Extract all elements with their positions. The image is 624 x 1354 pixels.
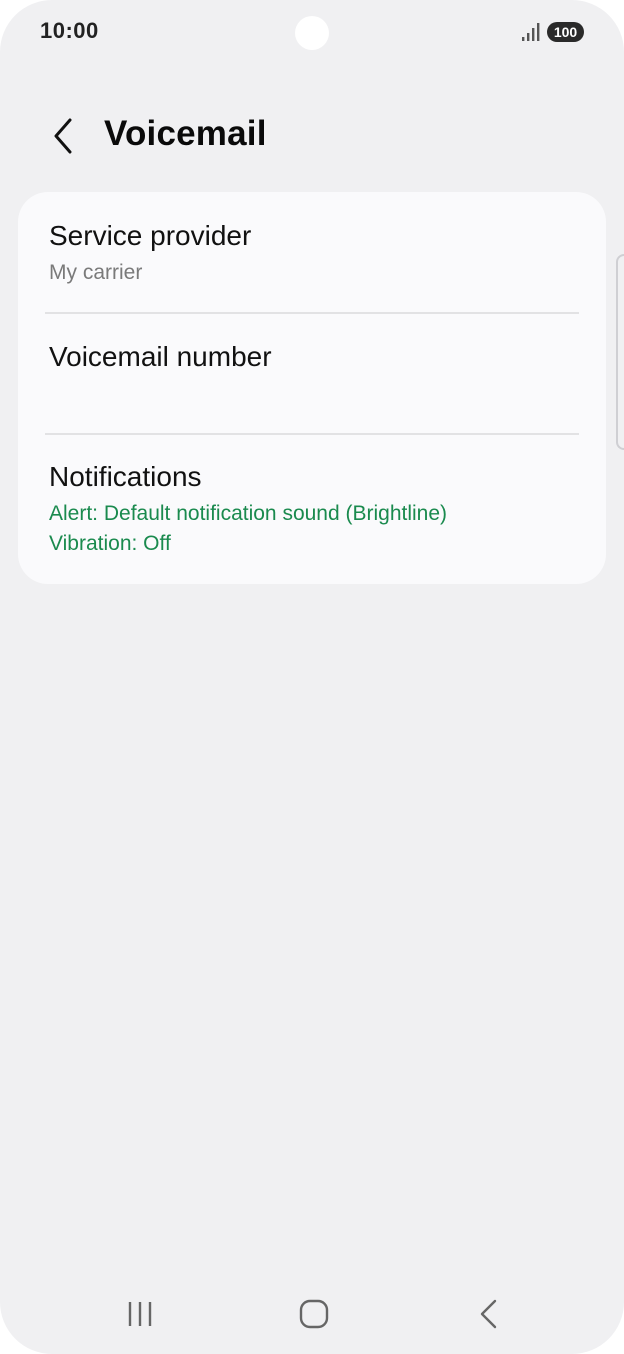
chevron-left-icon: [54, 118, 72, 154]
home-icon: [299, 1299, 329, 1329]
phone-screen: 10:00 100 Voicemail Service provider My …: [0, 0, 624, 1354]
nav-back-button[interactable]: [449, 1284, 529, 1344]
vibration-text: Vibration: Off: [49, 532, 171, 555]
navigation-bar: [0, 1284, 624, 1344]
home-button[interactable]: [274, 1284, 354, 1344]
signal-bars-icon: [522, 23, 540, 41]
back-icon: [480, 1299, 497, 1329]
item-subtitle: My carrier: [49, 261, 143, 284]
status-bar: 10:00 100: [0, 0, 624, 64]
battery-icon: 100: [547, 22, 584, 42]
item-title: Voicemail number: [49, 341, 272, 372]
alert-sound-text: Alert: Default notification sound (Brigh…: [49, 502, 448, 525]
status-time: 10:00: [40, 18, 99, 43]
service-provider-item[interactable]: Service provider My carrier: [18, 192, 606, 312]
notifications-item[interactable]: Notifications Alert: Default notificatio…: [18, 435, 606, 584]
item-title: Notifications: [49, 461, 202, 492]
recent-apps-button[interactable]: [100, 1284, 180, 1344]
front-camera: [295, 16, 329, 50]
scroll-indicator[interactable]: [616, 254, 624, 450]
recent-apps-icon: [128, 1302, 152, 1326]
page-title: Voicemail: [104, 114, 267, 153]
item-title: Service provider: [49, 220, 252, 251]
settings-card: Service provider My carrier Voicemail nu…: [18, 192, 606, 584]
voicemail-number-item[interactable]: Voicemail number: [18, 314, 606, 434]
back-button[interactable]: [38, 110, 88, 162]
